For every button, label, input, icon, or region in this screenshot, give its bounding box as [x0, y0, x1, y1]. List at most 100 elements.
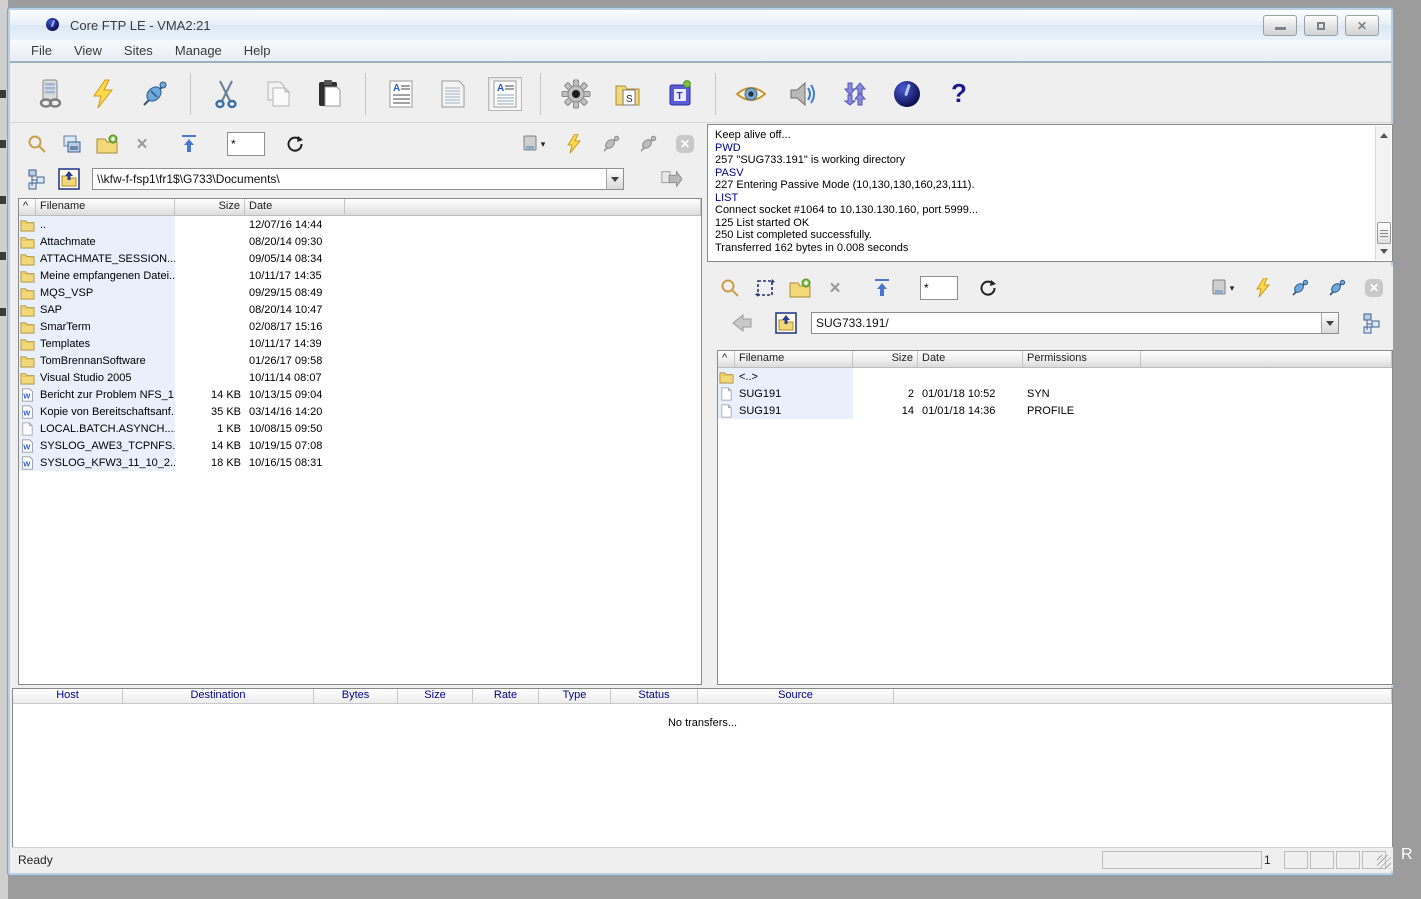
- transfer-queue[interactable]: HostDestinationBytesSizeRateTypeStatusSo…: [12, 688, 1393, 848]
- remote-search-icon[interactable]: [719, 277, 741, 299]
- file-row[interactable]: ..12/07/16 14:44: [19, 216, 701, 233]
- disconnect-icon[interactable]: [138, 77, 172, 111]
- file-row[interactable]: SAP08/20/14 10:47: [19, 301, 701, 318]
- menu-file[interactable]: File: [20, 41, 63, 60]
- ftp-log[interactable]: Keep alive off...PWD257 "SUG733.191" is …: [707, 124, 1393, 262]
- permissions-column-header[interactable]: Permissions: [1023, 351, 1141, 367]
- local-path-dropdown-icon[interactable]: [606, 169, 623, 189]
- sort-column-header[interactable]: ^: [718, 351, 735, 367]
- copy-icon[interactable]: [261, 77, 295, 111]
- file-row[interactable]: MQS_VSP09/29/15 08:49: [19, 284, 701, 301]
- core-logo-icon[interactable]: [890, 77, 924, 111]
- filler-column-header[interactable]: [1141, 351, 1392, 367]
- local-path-combobox[interactable]: \\kfw-f-fsp1\fr1$\G733\Documents\: [92, 168, 624, 190]
- file-row[interactable]: Visual Studio 200510/11/14 08:07: [19, 369, 701, 386]
- remote-download-icon[interactable]: [871, 277, 893, 299]
- queue-column-host[interactable]: Host: [13, 689, 123, 703]
- local-compare-icon[interactable]: [61, 133, 83, 155]
- queue-column-source[interactable]: Source: [698, 689, 894, 703]
- date-column-header[interactable]: Date: [245, 199, 345, 215]
- minimize-button[interactable]: [1263, 15, 1297, 36]
- queue-column-status[interactable]: Status: [611, 689, 698, 703]
- remote-folder-up-icon[interactable]: [775, 312, 797, 334]
- view-eye-icon[interactable]: [734, 77, 768, 111]
- local-search-icon[interactable]: [26, 133, 48, 155]
- view-combined-icon[interactable]: A: [488, 77, 522, 111]
- remote-path-dropdown-icon[interactable]: [1321, 313, 1338, 333]
- title-bar[interactable]: Core FTP LE - VMA2:21 ✕: [10, 10, 1391, 40]
- remote-transfer-left-icon[interactable]: [731, 312, 753, 334]
- scroll-up-icon[interactable]: [1377, 128, 1391, 142]
- remote-connect-icon[interactable]: [1289, 277, 1311, 299]
- local-view-mode-icon[interactable]: ▾: [518, 133, 548, 155]
- quick-connect-icon[interactable]: [86, 77, 120, 111]
- local-connect-icon[interactable]: [600, 133, 622, 155]
- file-row[interactable]: ATTACHMATE_SESSION...09/05/14 08:34: [19, 250, 701, 267]
- site-connect-icon[interactable]: [34, 77, 68, 111]
- filename-column-header[interactable]: Filename: [735, 351, 853, 367]
- size-column-header[interactable]: Size: [853, 351, 918, 367]
- local-new-folder-icon[interactable]: [96, 133, 118, 155]
- settings-gear-icon[interactable]: [559, 77, 593, 111]
- file-row[interactable]: TomBrennanSoftware01/26/17 09:58: [19, 352, 701, 369]
- queue-column-bytes[interactable]: Bytes: [314, 689, 398, 703]
- file-row[interactable]: WBericht zur Problem NFS_1...14 KB10/13/…: [19, 386, 701, 403]
- file-row[interactable]: WSYSLOG_AWE3_TCPNFS...14 KB10/19/15 07:0…: [19, 437, 701, 454]
- menu-view[interactable]: View: [63, 41, 113, 60]
- remote-select-icon[interactable]: [754, 277, 776, 299]
- local-transfer-right-icon[interactable]: [660, 168, 682, 190]
- remote-quick-connect-icon[interactable]: [1252, 277, 1274, 299]
- local-tree-icon[interactable]: [26, 168, 48, 190]
- remote-delete-icon[interactable]: ×: [824, 277, 846, 299]
- queue-column-destination[interactable]: Destination: [123, 689, 314, 703]
- local-stop-icon[interactable]: ✕: [674, 133, 696, 155]
- queue-header[interactable]: HostDestinationBytesSizeRateTypeStatusSo…: [13, 689, 1392, 704]
- file-row[interactable]: Templates10/11/17 14:39: [19, 335, 701, 352]
- local-filter-input[interactable]: [227, 132, 265, 156]
- menu-sites[interactable]: Sites: [113, 41, 164, 60]
- site-manager-icon[interactable]: S: [611, 77, 645, 111]
- queue-column-size[interactable]: Size: [398, 689, 473, 703]
- local-reconnect-icon[interactable]: [637, 133, 659, 155]
- file-row[interactable]: Attachmate08/20/14 09:30: [19, 233, 701, 250]
- remote-tree-icon[interactable]: [1361, 312, 1383, 334]
- file-row[interactable]: WKopie von Bereitschaftsanf...35 KB03/14…: [19, 403, 701, 420]
- remote-path-combobox[interactable]: SUG733.191/: [811, 312, 1339, 334]
- queue-column-type[interactable]: Type: [539, 689, 611, 703]
- local-file-list[interactable]: ^FilenameSizeDate ..12/07/16 14:44Attach…: [18, 198, 702, 685]
- close-button[interactable]: ✕: [1345, 15, 1379, 36]
- local-upload-icon[interactable]: [178, 133, 200, 155]
- local-list-header[interactable]: ^FilenameSizeDate: [19, 199, 701, 216]
- scroll-down-icon[interactable]: [1377, 244, 1391, 258]
- file-row[interactable]: SUG1911401/01/18 14:36PROFILE: [718, 402, 1392, 419]
- file-row[interactable]: SUG191201/01/18 10:52SYN: [718, 385, 1392, 402]
- remote-stop-icon[interactable]: ✕: [1363, 277, 1385, 299]
- local-refresh-icon[interactable]: [284, 133, 306, 155]
- local-delete-icon[interactable]: ×: [131, 133, 153, 155]
- menu-help[interactable]: Help: [233, 41, 282, 60]
- file-row[interactable]: SmarTerm02/08/17 15:16: [19, 318, 701, 335]
- local-quick-connect-icon[interactable]: [563, 133, 585, 155]
- file-row[interactable]: <..>: [718, 368, 1392, 385]
- filename-column-header[interactable]: Filename: [36, 199, 175, 215]
- remote-view-mode-icon[interactable]: ▾: [1207, 277, 1237, 299]
- filler-column-header[interactable]: [345, 199, 701, 215]
- date-column-header[interactable]: Date: [918, 351, 1023, 367]
- queue-column-filler[interactable]: [894, 689, 1392, 703]
- help-icon[interactable]: ?: [942, 77, 976, 111]
- size-column-header[interactable]: Size: [175, 199, 245, 215]
- scroll-thumb[interactable]: [1377, 222, 1391, 244]
- remote-refresh-icon[interactable]: [977, 277, 999, 299]
- paste-icon[interactable]: [313, 77, 347, 111]
- queue-column-rate[interactable]: Rate: [473, 689, 539, 703]
- remote-reconnect-icon[interactable]: [1326, 277, 1348, 299]
- menu-manage[interactable]: Manage: [164, 41, 233, 60]
- log-scrollbar[interactable]: [1375, 126, 1391, 260]
- maximize-button[interactable]: [1304, 15, 1338, 36]
- local-folder-up-icon[interactable]: [58, 168, 80, 190]
- template-icon[interactable]: T: [663, 77, 697, 111]
- remote-filter-input[interactable]: [920, 276, 958, 300]
- sort-column-header[interactable]: ^: [19, 199, 36, 215]
- view-text-icon[interactable]: A: [384, 77, 418, 111]
- sound-icon[interactable]: [786, 77, 820, 111]
